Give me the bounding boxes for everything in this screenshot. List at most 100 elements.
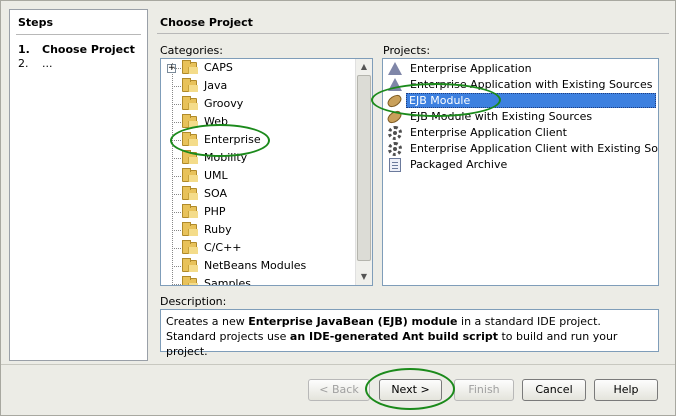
folder-icon xyxy=(182,150,198,164)
tree-branch-line xyxy=(172,86,181,87)
tree-branch-line xyxy=(172,248,181,249)
category-item[interactable]: Mobility xyxy=(161,149,355,167)
category-item[interactable]: + CAPS xyxy=(161,59,355,77)
folder-icon xyxy=(182,276,198,285)
step-2-number: 2. xyxy=(18,57,29,70)
tree-branch-line xyxy=(172,194,181,195)
category-item[interactable]: SOA xyxy=(161,185,355,203)
category-label: UML xyxy=(204,169,228,182)
tree-branch-line xyxy=(172,122,181,123)
project-item[interactable]: EJB Module with Existing Sources xyxy=(383,108,658,126)
category-label: CAPS xyxy=(204,61,233,74)
project-label: Enterprise Application xyxy=(410,62,532,75)
document-icon xyxy=(389,158,401,172)
project-item[interactable]: Enterprise Application Client with Exist… xyxy=(383,141,658,157)
enterprise-app-icon xyxy=(388,78,402,91)
panel-divider xyxy=(157,33,669,34)
help-button[interactable]: Help xyxy=(594,379,658,401)
category-label: Mobility xyxy=(204,151,248,164)
folder-icon xyxy=(182,204,198,218)
project-item[interactable]: Enterprise Application Client xyxy=(383,125,658,141)
project-label: Enterprise Application Client xyxy=(410,126,567,139)
steps-panel: Steps 1. Choose Project 2.... xyxy=(9,9,148,361)
project-item[interactable]: Packaged Archive xyxy=(383,157,658,173)
tree-branch-line xyxy=(172,230,181,231)
category-item[interactable]: Web xyxy=(161,113,355,131)
bean-icon xyxy=(385,108,404,126)
category-label: Groovy xyxy=(204,97,244,110)
description-part-1: Creates a new xyxy=(166,315,249,328)
scroll-down-arrow-icon[interactable]: ▼ xyxy=(356,269,372,285)
folder-icon xyxy=(182,60,198,74)
category-item[interactable]: NetBeans Modules xyxy=(161,257,355,275)
folder-icon xyxy=(182,258,198,272)
category-item[interactable]: Samples xyxy=(161,275,355,285)
scroll-up-arrow-icon[interactable]: ▲ xyxy=(356,59,372,75)
cancel-button[interactable]: Cancel xyxy=(522,379,586,401)
description-bold-2: an IDE-generated Ant build script xyxy=(289,330,498,343)
bean-icon xyxy=(385,92,404,110)
folder-icon xyxy=(182,186,198,200)
description-text: Creates a new Enterprise JavaBean (EJB) … xyxy=(160,309,659,358)
category-label: PHP xyxy=(204,205,226,218)
enterprise-app-icon xyxy=(388,62,402,75)
projects-list[interactable]: Enterprise Application Enterprise Applica… xyxy=(382,58,659,286)
back-button[interactable]: < Back xyxy=(308,379,370,401)
folder-icon xyxy=(182,114,198,128)
tree-branch-line xyxy=(172,104,181,105)
tree-branch-line xyxy=(172,158,181,159)
step-2-label: ... xyxy=(42,57,53,70)
categories-list: + CAPS Java Groovy Web Enterprise Mobility UML S… xyxy=(161,59,355,285)
category-item[interactable]: C/C++ xyxy=(161,239,355,257)
step-1: 1. Choose Project xyxy=(18,43,135,56)
project-label: Packaged Archive xyxy=(410,158,508,171)
folder-icon xyxy=(182,96,198,110)
category-item[interactable]: Java xyxy=(161,77,355,95)
steps-divider xyxy=(16,34,141,35)
category-label: Ruby xyxy=(204,223,232,236)
folder-icon xyxy=(182,168,198,182)
category-label: Enterprise xyxy=(204,133,261,146)
gear-icon xyxy=(388,126,402,140)
gear-icon xyxy=(388,142,402,156)
tree-branch-line xyxy=(172,176,181,177)
category-label: SOA xyxy=(204,187,227,200)
folder-icon xyxy=(182,132,198,146)
category-label: NetBeans Modules xyxy=(204,259,307,272)
tree-branch-line xyxy=(172,140,181,141)
steps-title: Steps xyxy=(18,16,54,29)
panel-title: Choose Project xyxy=(160,16,253,29)
category-item[interactable]: UML xyxy=(161,167,355,185)
step-1-number: 1. xyxy=(18,43,30,56)
step-1-label: Choose Project xyxy=(42,43,135,56)
tree-branch-line xyxy=(172,284,181,285)
category-label: Java xyxy=(204,79,228,92)
categories-scrollbar[interactable]: ▲ ▼ xyxy=(355,59,372,285)
finish-button[interactable]: Finish xyxy=(454,379,514,401)
category-item[interactable]: PHP xyxy=(161,203,355,221)
category-label: Samples xyxy=(204,277,251,285)
step-2: 2.... xyxy=(18,57,53,70)
project-label: EJB Module xyxy=(406,93,656,108)
category-label: Web xyxy=(204,115,228,128)
new-project-dialog: Steps 1. Choose Project 2.... Choose Proj… xyxy=(0,0,676,416)
folder-icon xyxy=(182,222,198,236)
tree-branch-line xyxy=(172,212,181,213)
tree-branch-line xyxy=(172,266,181,267)
description-bold-1: Enterprise JavaBean (EJB) module xyxy=(248,315,458,328)
description-label: Description: xyxy=(160,295,227,308)
category-item[interactable]: Groovy xyxy=(161,95,355,113)
project-item[interactable]: Enterprise Application with Existing Sou… xyxy=(383,77,658,93)
project-label: EJB Module with Existing Sources xyxy=(410,110,593,123)
categories-tree[interactable]: + CAPS Java Groovy Web Enterprise Mobility UML S… xyxy=(160,58,373,286)
scroll-thumb[interactable] xyxy=(357,75,371,261)
category-item[interactable]: Ruby xyxy=(161,221,355,239)
next-button[interactable]: Next > xyxy=(379,379,442,401)
project-item[interactable]: EJB Module xyxy=(383,92,658,110)
category-label: C/C++ xyxy=(204,241,242,254)
category-item[interactable]: Enterprise xyxy=(161,131,355,149)
categories-label: Categories: xyxy=(160,44,223,57)
folder-icon xyxy=(182,240,198,254)
projects-label: Projects: xyxy=(383,44,431,57)
project-item[interactable]: Enterprise Application xyxy=(383,61,658,77)
